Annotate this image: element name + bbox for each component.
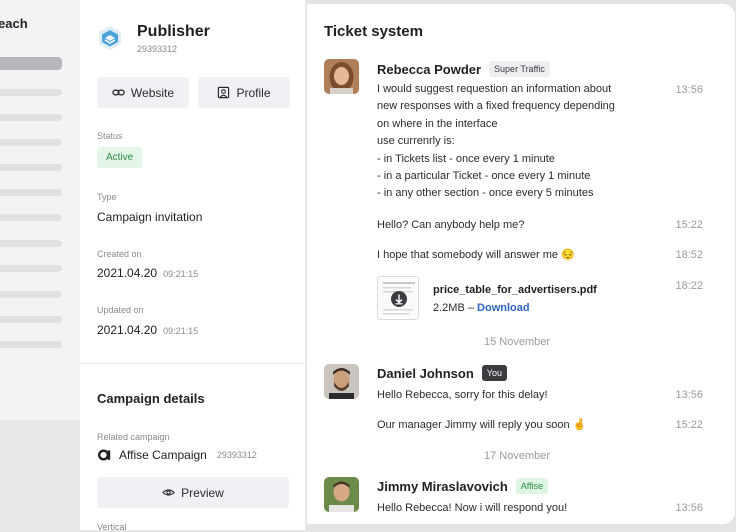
message-time: 13:56 [675, 502, 703, 514]
campaign-details-title: Campaign details [97, 391, 205, 406]
document-icon [383, 282, 415, 315]
message-line: - in any other section - once every 5 mi… [377, 187, 594, 200]
nav-item[interactable] [0, 139, 62, 146]
message-line: - in a particular Ticket - once every 1 … [377, 170, 591, 183]
preview-button[interactable]: Preview [97, 477, 289, 508]
nav-item[interactable] [0, 341, 62, 348]
created-date: 2021.04.20 [97, 266, 158, 280]
file-meta: 2.2MB – Download [433, 302, 530, 314]
ticket-title: Ticket system [324, 23, 423, 40]
website-button-label: Website [130, 85, 175, 100]
message-time: 18:52 [675, 249, 703, 261]
nav-item[interactable] [0, 291, 62, 298]
updated-date: 2021.04.20 [97, 323, 158, 337]
message-time: 18:22 [675, 280, 703, 292]
publisher-details-panel: Publisher 29393312 Website Profile Statu… [80, 0, 306, 532]
message-author-row: Rebecca Powder Super Traffic [377, 61, 550, 77]
file-name[interactable]: price_table_for_advertisers.pdf [433, 284, 597, 296]
author-tag: Affise [515, 478, 549, 494]
app: each Publisher 29393312 Website Profile … [0, 0, 736, 532]
link-icon [112, 89, 125, 96]
campaign-id: 29393312 [216, 450, 257, 460]
status-badge: Active [97, 147, 143, 168]
section-divider [80, 363, 306, 364]
date-separator: 17 November [483, 450, 551, 462]
download-link[interactable]: Download [477, 302, 530, 314]
avatar-rebecca[interactable] [324, 59, 359, 94]
message-line: - in Tickets list - once every 1 minute [377, 152, 555, 165]
publisher-id: 29393312 [137, 44, 178, 54]
file-size: 2.2MB – [433, 302, 478, 314]
created-label: Created on [97, 249, 142, 259]
ticket-panel: Ticket system Rebecca Powder Super Traff… [307, 4, 735, 524]
profile-icon [218, 86, 230, 99]
message-line: on where in the interface [377, 117, 498, 130]
message-text: I hope that somebody will answer me 😔 [377, 249, 575, 261]
avatar-daniel[interactable] [324, 364, 359, 399]
author-name: Rebecca Powder [377, 61, 482, 77]
preview-button-label: Preview [181, 485, 224, 500]
message-text: Hello Rebecca! Now i will respond you! [377, 502, 568, 514]
related-campaign[interactable]: Affise Campaign 29393312 [97, 448, 257, 462]
campaign-name: Affise Campaign [119, 448, 207, 462]
nav-item[interactable] [0, 316, 62, 323]
author-tag: Super Traffic [489, 61, 550, 77]
file-thumbnail[interactable] [377, 276, 419, 320]
publisher-logo-icon [99, 26, 121, 50]
nav-title: each [0, 16, 28, 31]
nav-item[interactable] [0, 240, 62, 247]
message-author-row: Jimmy Miraslavovich Affise [377, 478, 549, 494]
nav-item[interactable] [0, 164, 62, 171]
nav-footer [0, 420, 80, 530]
type-value: Campaign invitation [97, 210, 203, 224]
created-value: 2021.04.20 09:21:15 [97, 266, 198, 280]
left-navigation: each [0, 0, 80, 530]
created-time: 09:21:15 [163, 269, 199, 279]
nav-item[interactable] [0, 214, 62, 221]
message-text: Our manager Jimmy will reply you soon 🤞 [377, 419, 587, 431]
message-text: Hello Rebecca, sorry for this delay! [377, 389, 548, 401]
message-line: use currenrly is: [377, 135, 455, 148]
message-line: new responses with a fixed frequency dep… [377, 100, 615, 113]
related-campaign-label: Related campaign [97, 432, 170, 442]
message-time: 15:22 [675, 219, 703, 231]
nav-item[interactable] [0, 114, 62, 121]
nav-item[interactable] [0, 265, 62, 272]
message-time: 15:22 [675, 419, 703, 431]
affise-logo-icon [97, 449, 111, 461]
author-name: Jimmy Miraslavovich [377, 478, 508, 494]
author-name: Daniel Johnson [377, 365, 474, 381]
vertical-label: Vertical [97, 522, 127, 532]
author-tag: You [481, 365, 507, 381]
nav-item[interactable] [0, 189, 62, 196]
updated-value: 2021.04.20 09:21:15 [97, 323, 198, 337]
message-author-row: Daniel Johnson You [377, 365, 507, 381]
website-button[interactable]: Website [97, 77, 189, 108]
avatar-jimmy[interactable] [324, 477, 359, 512]
message-time: 13:56 [675, 84, 703, 96]
message-line: I would suggest requestion an informatio… [377, 83, 612, 95]
message-text: I would suggest requestion an informatio… [377, 81, 657, 203]
publisher-name: Publisher [137, 23, 210, 40]
updated-label: Updated on [97, 305, 144, 315]
message-text: Hello? Can anybody help me? [377, 219, 525, 231]
status-label: Status [97, 131, 123, 141]
nav-item-active[interactable] [0, 57, 62, 70]
type-label: Type [97, 192, 117, 202]
date-separator: 15 November [483, 336, 551, 348]
profile-button[interactable]: Profile [198, 77, 290, 108]
profile-button-label: Profile [236, 85, 271, 100]
updated-time: 09:21:15 [163, 326, 199, 336]
eye-icon [162, 489, 176, 496]
nav-item[interactable] [0, 89, 62, 96]
message-time: 13:56 [675, 389, 703, 401]
